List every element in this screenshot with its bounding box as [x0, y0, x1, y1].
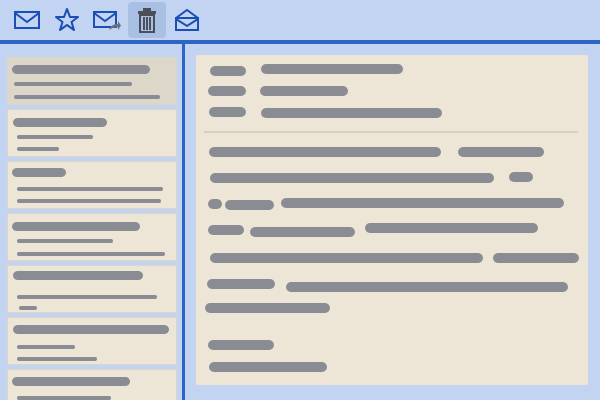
- message-sender-placeholder: [12, 65, 150, 74]
- body-text-placeholder: [207, 279, 275, 289]
- message-preview-placeholder: [19, 306, 37, 310]
- body-text-placeholder: [250, 227, 355, 237]
- message-list[interactable]: [0, 44, 182, 400]
- message-item[interactable]: [7, 317, 177, 365]
- message-subject-placeholder: [17, 295, 157, 299]
- message-sender-placeholder: [13, 118, 107, 127]
- header-to-value-placeholder: [260, 86, 348, 96]
- message-subject-placeholder: [14, 82, 132, 86]
- trash-icon: [138, 8, 156, 33]
- message-item[interactable]: [7, 57, 177, 105]
- header-subject-value-placeholder: [261, 108, 442, 118]
- body-text-placeholder: [493, 253, 579, 263]
- open-mail-button[interactable]: [168, 2, 206, 38]
- envelope-open-icon: [175, 8, 199, 31]
- delete-button[interactable]: [128, 2, 166, 38]
- message-item[interactable]: [7, 109, 177, 157]
- message-preview-placeholder: [17, 252, 165, 256]
- body-text-placeholder: [509, 172, 533, 182]
- message-preview-placeholder: [17, 147, 59, 151]
- new-mail-button[interactable]: [8, 2, 46, 38]
- body-text-placeholder: [365, 223, 538, 233]
- body-text-placeholder: [210, 173, 494, 183]
- header-from-label-placeholder: [210, 66, 246, 76]
- message-preview-placeholder: [14, 95, 160, 99]
- body-text-placeholder: [458, 147, 544, 157]
- message-subject-placeholder: [17, 396, 111, 400]
- message-item[interactable]: [7, 213, 177, 261]
- message-subject-placeholder: [17, 187, 163, 191]
- message-sender-placeholder: [12, 168, 66, 177]
- message-item[interactable]: [7, 265, 177, 313]
- star-button[interactable]: [48, 2, 86, 38]
- reading-pane: [196, 55, 588, 385]
- message-preview-placeholder: [17, 357, 97, 361]
- message-item[interactable]: [7, 161, 177, 209]
- message-sender-placeholder: [12, 222, 140, 231]
- header-to-label-placeholder: [208, 86, 246, 96]
- body-text-placeholder: [210, 253, 483, 263]
- pane-splitter[interactable]: [182, 44, 185, 400]
- header-divider: [204, 131, 578, 133]
- body-text-placeholder: [209, 147, 441, 157]
- envelope-icon: [14, 11, 40, 29]
- body-text-placeholder: [208, 199, 222, 209]
- message-subject-placeholder: [17, 135, 93, 139]
- message-subject-placeholder: [17, 345, 75, 349]
- body-text-placeholder: [205, 303, 330, 313]
- body-text-placeholder: [286, 282, 568, 292]
- body-text-placeholder: [281, 198, 564, 208]
- header-subject-label-placeholder: [209, 107, 246, 117]
- body-text-placeholder: [225, 200, 274, 210]
- message-sender-placeholder: [13, 271, 143, 280]
- message-preview-placeholder: [17, 199, 161, 203]
- signature-placeholder: [209, 362, 327, 372]
- header-from-value-placeholder: [261, 64, 403, 74]
- toolbar: [0, 0, 600, 40]
- message-sender-placeholder: [13, 325, 169, 334]
- message-subject-placeholder: [17, 239, 113, 243]
- forward-button[interactable]: [88, 2, 126, 38]
- signature-placeholder: [208, 340, 274, 350]
- message-item[interactable]: [7, 369, 177, 400]
- envelope-forward-icon: [93, 11, 121, 30]
- star-icon: [55, 8, 79, 31]
- message-sender-placeholder: [12, 377, 130, 386]
- body-text-placeholder: [208, 225, 244, 235]
